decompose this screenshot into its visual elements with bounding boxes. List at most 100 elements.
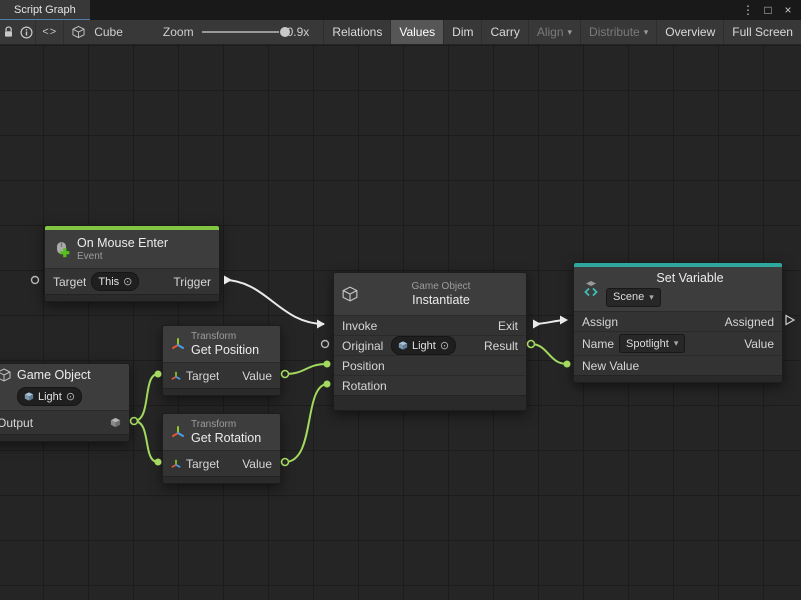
cube-icon xyxy=(0,368,11,382)
zoom-slider-handle[interactable] xyxy=(280,27,290,37)
assigned-output-label: Assigned xyxy=(724,315,774,329)
button-label: Values xyxy=(399,25,435,39)
toolbar-button-relations[interactable]: Relations xyxy=(323,20,390,44)
target-input-label: Target xyxy=(186,369,219,383)
port-row: Target Value xyxy=(163,450,280,476)
wire-output-to-getposition-target xyxy=(134,374,158,421)
info-icon[interactable] xyxy=(18,20,36,44)
button-label: Relations xyxy=(332,25,382,39)
maximize-icon[interactable]: □ xyxy=(759,1,777,19)
port-row: Invoke Exit xyxy=(334,315,526,335)
invoke-input-label: Invoke xyxy=(342,319,377,333)
node-header: Game Object Light ⊙ xyxy=(0,364,129,410)
graph-canvas[interactable]: On Mouse Enter Event Target This ⊙ Trigg… xyxy=(0,44,801,600)
tab-title: Script Graph xyxy=(14,4,76,16)
zoom-label: Zoom xyxy=(159,25,198,39)
game-object-value-chip[interactable]: Light ⊙ xyxy=(391,336,456,355)
transform-icon xyxy=(171,425,185,439)
button-label: Full Screen xyxy=(732,25,793,39)
value-port[interactable] xyxy=(282,371,289,378)
node-header: Transform Get Position xyxy=(163,326,280,362)
target-picker-icon: ⊙ xyxy=(440,339,449,352)
node-category: Game Object xyxy=(412,281,471,293)
chevron-down-icon: ▾ xyxy=(568,27,573,38)
chip-label: This xyxy=(98,276,119,288)
node-footer xyxy=(45,294,219,301)
variable-kind-dropdown[interactable]: Scene ▾ xyxy=(606,288,661,307)
position-input-label: Position xyxy=(342,359,385,373)
value-port[interactable] xyxy=(282,459,289,466)
node-header: On Mouse Enter Event xyxy=(45,230,219,268)
node-category: Transform xyxy=(191,331,236,343)
node-footer xyxy=(334,395,526,410)
port-row: Target This ⊙ Trigger xyxy=(45,268,219,294)
node-title: On Mouse Enter xyxy=(77,236,168,251)
dropdown-value: Spotlight xyxy=(626,338,669,350)
game-object-value-chip[interactable]: Light ⊙ xyxy=(17,387,82,406)
node-footer xyxy=(0,434,129,441)
toolbar-button-fullscreen[interactable]: Full Screen xyxy=(723,20,801,44)
node-get-position[interactable]: Transform Get Position Target Value xyxy=(162,325,281,396)
port-row: Output xyxy=(0,410,129,434)
target-port[interactable] xyxy=(155,459,162,466)
variable-name-dropdown[interactable]: Spotlight ▾ xyxy=(619,334,685,353)
node-header: Transform Get Rotation xyxy=(163,414,280,450)
node-on-mouse-enter[interactable]: On Mouse Enter Event Target This ⊙ Trigg… xyxy=(44,225,220,302)
rotation-port[interactable] xyxy=(324,381,331,388)
window-controls: ⋮ □ × xyxy=(739,0,801,20)
zoom-slider[interactable] xyxy=(202,20,279,44)
this-value-chip[interactable]: This ⊙ xyxy=(91,272,139,291)
button-label: Align xyxy=(537,25,564,39)
value-output-label: Value xyxy=(744,337,774,351)
target-port[interactable] xyxy=(155,371,162,378)
tab-script-graph[interactable]: Script Graph xyxy=(0,0,90,20)
chevron-down-icon: ▾ xyxy=(649,292,654,303)
toolbar-buttons: Relations Values Dim Carry Align ▾ Distr… xyxy=(323,20,801,44)
output-port[interactable] xyxy=(131,418,138,425)
node-get-rotation[interactable]: Transform Get Rotation Target Value xyxy=(162,413,281,484)
wire-trigger-to-invoke xyxy=(224,280,324,324)
button-label: Carry xyxy=(490,25,519,39)
node-game-object-light[interactable]: Game Object Light ⊙ Output xyxy=(0,363,130,442)
port-row: Rotation xyxy=(334,375,526,395)
variable-icon xyxy=(582,280,600,298)
zoom-slider-track xyxy=(202,31,279,33)
port-row: Target Value xyxy=(163,362,280,388)
toolbar-button-carry[interactable]: Carry xyxy=(481,20,527,44)
position-port[interactable] xyxy=(324,361,331,368)
original-input-port[interactable] xyxy=(322,341,329,348)
toolbar-button-align[interactable]: Align ▾ xyxy=(528,20,580,44)
chip-label: Light xyxy=(38,391,62,403)
node-title: Instantiate xyxy=(412,293,470,308)
rotation-input-label: Rotation xyxy=(342,379,387,393)
tab-bar: Script Graph ⋮ □ × xyxy=(0,0,801,20)
new-value-port[interactable] xyxy=(564,361,571,368)
close-icon[interactable]: × xyxy=(779,1,797,19)
target-input-label: Target xyxy=(186,457,219,471)
menu-icon[interactable]: ⋮ xyxy=(739,1,757,19)
node-footer xyxy=(163,476,280,483)
port-row: Position xyxy=(334,355,526,375)
target-input-port[interactable] xyxy=(32,277,39,284)
result-port[interactable] xyxy=(528,341,535,348)
node-set-variable[interactable]: Set Variable Scene ▾ Assign Assigned Nam… xyxy=(573,262,783,383)
toolbar-button-distribute[interactable]: Distribute ▾ xyxy=(580,20,656,44)
port-row: New Value xyxy=(574,355,782,375)
chevron-down-icon: ▾ xyxy=(644,27,649,38)
port-row: Original Light ⊙ Result xyxy=(334,335,526,355)
node-title: Get Rotation xyxy=(191,431,261,446)
wire-output-to-getrotation-target xyxy=(134,421,158,462)
assigned-output-port[interactable] xyxy=(786,316,794,325)
toolbar-button-overview[interactable]: Overview xyxy=(656,20,723,44)
target-picker-icon: ⊙ xyxy=(66,390,75,403)
lock-icon[interactable] xyxy=(0,20,18,44)
graph-name-label: Cube xyxy=(90,25,127,39)
wire-result-to-newvalue xyxy=(531,344,567,364)
toolbar-button-values[interactable]: Values xyxy=(390,20,443,44)
transform-port-icon xyxy=(171,371,181,381)
node-instantiate[interactable]: Game Object Instantiate Invoke Exit Orig… xyxy=(333,272,527,411)
code-view-icon[interactable]: <> xyxy=(36,20,63,44)
result-output-label: Result xyxy=(484,339,518,353)
toolbar-button-dim[interactable]: Dim xyxy=(443,20,481,44)
node-title: Set Variable xyxy=(656,271,723,286)
